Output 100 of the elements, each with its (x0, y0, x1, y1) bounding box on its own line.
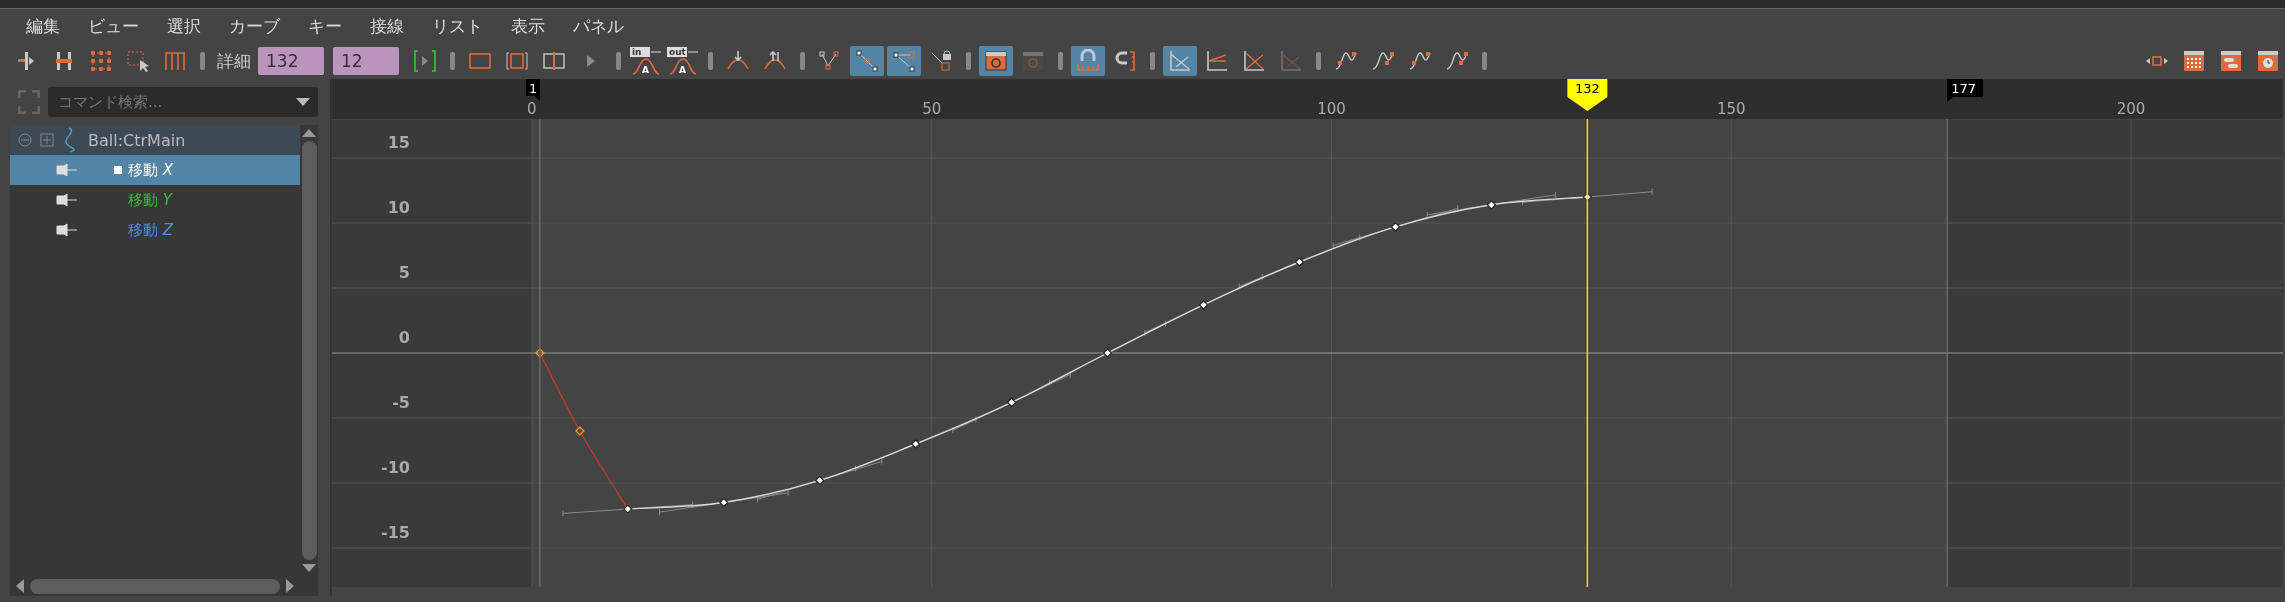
keyframe-marker[interactable] (1198, 300, 1209, 310)
scroll-thumb[interactable] (301, 141, 317, 560)
range-start-label: 1 (528, 81, 538, 96)
channel-row[interactable]: 移動 X (10, 155, 300, 185)
menu-item[interactable]: キー (296, 12, 354, 40)
channel-row[interactable]: 移動 Z (10, 215, 300, 245)
value-tick-label: 5 (398, 263, 410, 282)
menu-item[interactable]: ビュー (76, 12, 151, 40)
refresh-window-icon (984, 49, 1008, 73)
center-frame-icon (542, 49, 566, 73)
menu-item[interactable]: カーブ (217, 12, 292, 40)
toolbar-grip (450, 52, 455, 70)
value-tick-label: -15 (381, 523, 410, 542)
toolbar-grip (200, 52, 205, 70)
key-pin-icon (56, 193, 78, 207)
menu-item[interactable]: 編集 (14, 12, 72, 40)
graph-view-icon (1205, 49, 1229, 73)
current-frame-marker[interactable] (1567, 79, 1608, 111)
value-tick-label: 15 (387, 133, 410, 152)
frame-tick-label: 100 (1317, 100, 1346, 118)
toolbar-button[interactable] (979, 46, 1013, 76)
selected-square-icon (114, 166, 122, 174)
lock-icon (929, 49, 953, 73)
key-pin-icon (56, 223, 78, 237)
graph-view-icon (1242, 49, 1266, 73)
channel-label: 移動 Y (128, 190, 172, 210)
graph-view-icon (1279, 49, 1303, 73)
scroll-down-icon[interactable] (302, 564, 316, 572)
scroll-left-icon[interactable] (16, 579, 24, 593)
dropdown-caret-icon[interactable] (296, 98, 310, 106)
magnet-icon (1076, 49, 1100, 73)
curve-icon (1371, 49, 1395, 73)
toolbar-grip (966, 52, 971, 70)
range-end-marker[interactable] (1947, 79, 1984, 102)
toolbar-grip (1482, 52, 1487, 70)
curve-icon (1445, 49, 1469, 73)
menu-item[interactable]: パネル (561, 12, 636, 40)
curve-icon (62, 127, 76, 153)
scroll-up-icon[interactable] (302, 129, 316, 137)
keyframe-marker[interactable] (1102, 348, 1113, 358)
keyframe-marker[interactable] (718, 497, 729, 508)
graph-editor[interactable]: 0 50 100 150 200 -15 -10 -5 0 5 10 15 1 132 177 (330, 79, 2285, 596)
range-start-marker[interactable] (525, 79, 540, 101)
keyframe-marker[interactable] (1294, 257, 1305, 267)
toolbar-grip (708, 52, 713, 70)
keyframe-marker[interactable] (1390, 222, 1401, 232)
channel-label: 移動 X (128, 160, 174, 180)
value-field[interactable]: 12 (333, 47, 399, 75)
grid-window-icon (2182, 49, 2206, 73)
frame-selection-icon (505, 49, 529, 73)
frame-tick-label: 200 (2116, 100, 2146, 118)
key-pin-icon (56, 163, 78, 177)
keyframe-marker[interactable] (1582, 192, 1593, 202)
toolbar-grip (1058, 52, 1063, 70)
unify-tangents-icon (855, 49, 879, 73)
toolbar-grip (616, 52, 621, 70)
frame-tick-label: 0 (527, 100, 537, 118)
frame-tick-label: 50 (922, 100, 942, 118)
channel-row[interactable]: 移動 Y (10, 185, 300, 215)
scroll-thumb[interactable] (30, 578, 280, 594)
keyframe-marker[interactable] (1486, 199, 1497, 210)
break-tangents-icon (818, 49, 842, 73)
refresh-window-icon (1021, 49, 1045, 73)
lattice-icon (89, 49, 113, 73)
search-input[interactable]: コマンド検索... (56, 92, 296, 112)
curve-icon (1408, 49, 1432, 73)
value-tick-label: 10 (387, 198, 410, 217)
search-box[interactable]: コマンド検索... (48, 87, 318, 117)
keyframe-marker[interactable] (1006, 397, 1017, 408)
toolbar-grip (1150, 52, 1155, 70)
keyframe-marker[interactable] (814, 475, 825, 486)
current-time-line[interactable] (1586, 118, 1589, 587)
toolbar-grip (800, 52, 805, 70)
value-tick-label: -5 (392, 393, 410, 412)
frame-tick-label: 150 (1716, 100, 1746, 118)
magnet-ruler-icon (1113, 49, 1137, 73)
value-field[interactable]: 132 (258, 47, 324, 75)
keyframe-marker[interactable] (910, 439, 921, 449)
graph-view-icon (1168, 49, 1192, 73)
menu-item[interactable]: 表示 (499, 12, 557, 40)
curve-icon (1334, 49, 1358, 73)
menu-item[interactable]: 選択 (155, 12, 213, 40)
expand-arrow-icon (587, 55, 595, 67)
tangent-weight-button[interactable]: in A (629, 46, 663, 76)
menu-item[interactable]: 接線 (358, 12, 416, 40)
value-tick-label: 0 (398, 328, 410, 347)
tangent-weight-button[interactable]: out A (666, 46, 700, 76)
clock-window-icon (2256, 49, 2280, 73)
current-frame-label: 132 (1574, 81, 1600, 96)
retime-icon (163, 49, 187, 73)
value-tick-label: -10 (381, 458, 410, 477)
range-end-label: 177 (1951, 81, 1976, 96)
keyframe-marker[interactable] (535, 348, 545, 358)
scroll-right-icon[interactable] (286, 579, 294, 593)
keyframe-marker[interactable] (575, 426, 585, 436)
menu-item[interactable]: リスト (420, 12, 495, 40)
toolbar-grip (1316, 52, 1321, 70)
bars-window-icon (2219, 49, 2243, 73)
frame-playback-icon (413, 49, 437, 73)
node-label: Ball:CtrMain (88, 130, 186, 150)
